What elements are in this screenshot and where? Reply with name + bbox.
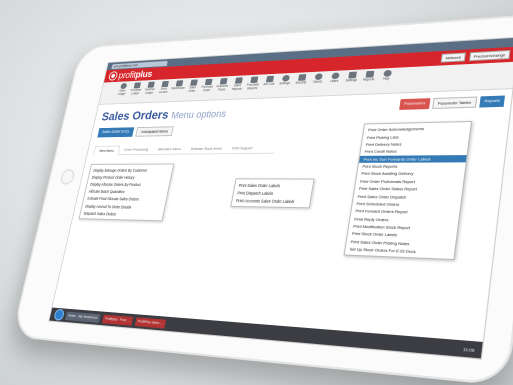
toolbar-sales-order[interactable]: Sales Order bbox=[185, 79, 200, 93]
toolbar-help[interactable]: Help bbox=[379, 69, 396, 82]
toolbar-job-cost[interactable]: Job Cost bbox=[262, 75, 277, 87]
toolbar-nominal-ledger[interactable]: Nominal Ledger bbox=[143, 81, 157, 94]
labels-menu-item[interactable]: Print Accounts Sales Order Labels bbox=[232, 196, 311, 205]
pressurechange-button[interactable]: Pressurechange bbox=[468, 50, 511, 62]
menu-item[interactable]: Display Manage Orders By Customer bbox=[90, 166, 173, 173]
labels-menu: Print Sales Order Labels Print Dispatch … bbox=[230, 178, 315, 209]
logo-text-light: profit bbox=[117, 69, 137, 81]
toolbar-sales-ledger[interactable]: Sales Ledger bbox=[116, 82, 130, 96]
reports-button[interactable]: Reports bbox=[479, 95, 505, 108]
toolbar-customer-prices[interactable]: Customer Prices bbox=[215, 78, 230, 92]
logo-mark-icon bbox=[108, 72, 118, 80]
tablet-screen: pro.profitplus.com profit plus Network P… bbox=[48, 36, 513, 360]
profitplus-logo[interactable]: profit plus bbox=[108, 68, 154, 81]
taskbar-item[interactable]: Notes - Sky NewsFeed bbox=[65, 311, 101, 323]
menu-tabs: New Menu Order Processing Allocation Men… bbox=[93, 143, 277, 156]
toolbar-purchase-ledger[interactable]: Purchase Ledger bbox=[129, 82, 143, 95]
reports-menu-item[interactable]: Print Stock Reports bbox=[358, 162, 466, 170]
toolbar-stock-control[interactable]: Stock Control bbox=[157, 80, 172, 95]
parameters-button[interactable]: Parameters bbox=[399, 98, 431, 110]
network-button[interactable]: Network bbox=[440, 52, 466, 63]
toolbar-settings[interactable]: Settings bbox=[278, 74, 293, 86]
toolbar-clients[interactable]: Clients bbox=[310, 73, 326, 84]
tablet-device: pro.profitplus.com profit plus Network P… bbox=[11, 12, 513, 385]
taskbar-clock: 11:06 bbox=[462, 345, 476, 353]
toolbar-purchase-order[interactable]: Purchase Order bbox=[200, 78, 215, 93]
taskbar-item[interactable]: ProfitPlus Sales ... bbox=[134, 316, 167, 329]
anticipated-items-button[interactable]: Anticipated Items bbox=[135, 126, 174, 137]
logo-text-bold: plus bbox=[134, 68, 154, 80]
main-content: Sales Orders Menu options Parameters Par… bbox=[53, 89, 512, 336]
tab-allocation-menu[interactable]: Allocation Menu bbox=[152, 145, 187, 154]
start-button-icon[interactable] bbox=[54, 309, 65, 320]
page-subtitle: Menu options bbox=[170, 108, 227, 122]
scene: pro.profitplus.com profit plus Network P… bbox=[0, 0, 513, 385]
toolbar-sales-reports[interactable]: Sales Reports bbox=[230, 77, 245, 91]
toolbar-users[interactable]: Users bbox=[327, 72, 343, 83]
tab-order-processing[interactable]: Order Processing bbox=[118, 145, 154, 154]
toolbar-reports[interactable]: Reports bbox=[361, 70, 377, 83]
menu-item[interactable]: Dispatch Sales Orders bbox=[80, 209, 164, 218]
tab-new-menu[interactable]: New Menu bbox=[93, 145, 121, 156]
page-title: Sales Orders bbox=[100, 107, 171, 124]
tab-release-stock[interactable]: Release Stock Items bbox=[185, 144, 228, 154]
toolbar-warehouse[interactable]: Warehouse bbox=[171, 80, 186, 91]
home-button[interactable] bbox=[59, 169, 76, 185]
toolbar-settings-2[interactable]: Settings bbox=[344, 71, 360, 83]
toolbar-purchase-reports[interactable]: Purchase Reports bbox=[245, 76, 261, 90]
toolbar-security[interactable]: Security bbox=[294, 74, 310, 85]
parameter-tables-button[interactable]: Parameter Tables bbox=[431, 96, 478, 109]
tab-print-support[interactable]: Print Support bbox=[226, 144, 259, 154]
sales-order-entry-button[interactable]: Sales Order Entry bbox=[97, 127, 135, 138]
reports-dropdown: Print Order Acknowledgements Print Picki… bbox=[343, 120, 473, 261]
taskbar-item[interactable]: Profitplus - Prod ... bbox=[101, 314, 133, 326]
order-actions-menu: Display Manage Orders By Customer Displa… bbox=[78, 163, 175, 222]
